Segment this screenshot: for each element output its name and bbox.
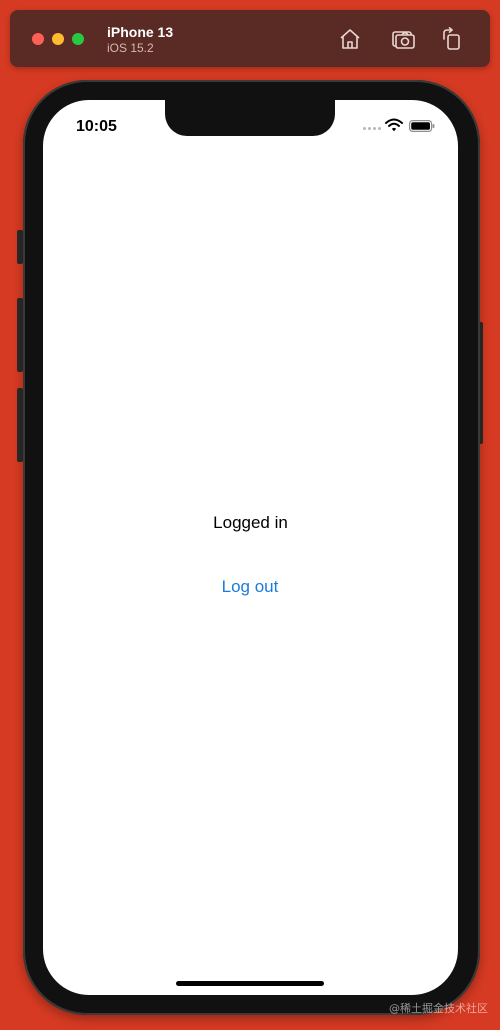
home-button[interactable]	[338, 27, 362, 51]
wifi-icon	[385, 118, 403, 132]
device-name: iPhone 13	[107, 24, 174, 40]
simulator-title-bar: iPhone 13 iOS 15.2	[10, 10, 490, 67]
screenshot-icon	[392, 31, 415, 49]
os-version: iOS 15.2	[107, 41, 154, 55]
iphone-device-frame: 10:05 Logged in Log out	[23, 80, 480, 1015]
cellular-icon	[363, 127, 381, 130]
close-window-button[interactable]	[32, 33, 44, 45]
rotate-button[interactable]	[440, 27, 464, 51]
rotate-icon	[443, 27, 460, 50]
home-indicator[interactable]	[176, 981, 324, 986]
minimize-window-button[interactable]	[52, 33, 64, 45]
logout-button[interactable]: Log out	[200, 572, 300, 602]
device-screen: 10:05 Logged in Log out	[43, 100, 458, 995]
screenshot-button[interactable]	[391, 27, 415, 51]
status-bar-time: 10:05	[76, 118, 117, 135]
zoom-window-button[interactable]	[72, 33, 84, 45]
notch	[165, 100, 335, 136]
logged-in-status-text: Logged in	[213, 513, 288, 532]
battery-icon	[409, 120, 435, 132]
home-icon	[340, 29, 360, 49]
watermark-text: @稀土掘金技术社区	[389, 1002, 488, 1015]
